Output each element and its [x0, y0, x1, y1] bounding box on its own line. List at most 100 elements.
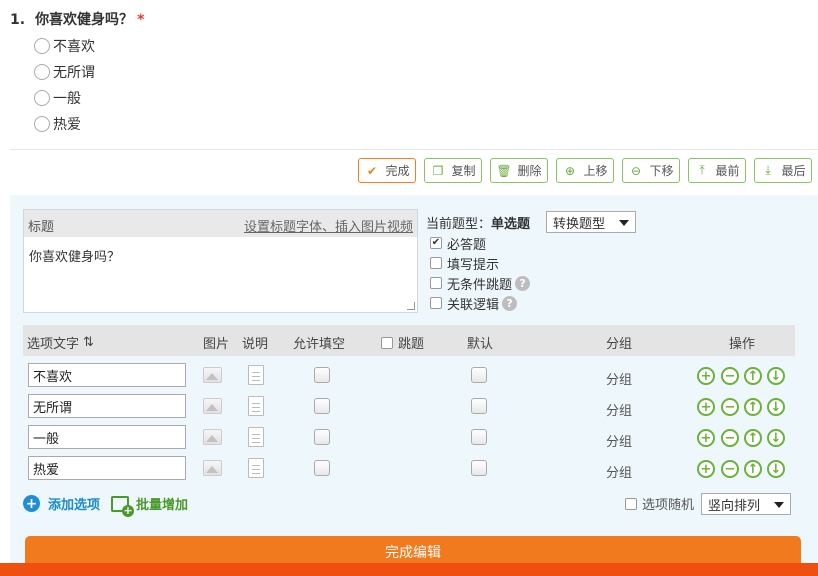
hint-checkbox[interactable]: [430, 257, 442, 269]
group-link[interactable]: 分组: [606, 462, 632, 481]
move-down-button[interactable]: ⊖ 下移: [622, 158, 680, 183]
description-icon[interactable]: [248, 365, 264, 385]
row-up-icon[interactable]: ↑: [744, 460, 762, 478]
image-icon[interactable]: [203, 429, 222, 445]
jump-checkbox-row[interactable]: 无条件跳题 ?: [430, 274, 531, 293]
row-up-icon[interactable]: ↑: [744, 398, 762, 416]
move-up-button[interactable]: ⊕ 上移: [556, 158, 614, 183]
preview-option-2[interactable]: 无所谓: [34, 62, 95, 82]
group-link[interactable]: 分组: [606, 400, 632, 419]
default-checkbox[interactable]: [471, 367, 487, 383]
check-icon: ✔: [366, 163, 378, 178]
title-format-link[interactable]: 设置标题字体、插入图片视频: [244, 216, 413, 235]
header-image: 图片: [203, 337, 230, 352]
row-down-icon[interactable]: ↓: [767, 460, 785, 478]
row-up-icon[interactable]: ↑: [744, 429, 762, 447]
option-text-input-1[interactable]: 不喜欢: [28, 363, 186, 387]
preview-option-1[interactable]: 不喜欢: [34, 36, 95, 56]
add-row-icon[interactable]: +: [697, 460, 715, 478]
question-type-value: 单选题: [491, 217, 531, 232]
copy-button[interactable]: ❐ 复制: [424, 158, 482, 183]
hint-checkbox-row[interactable]: 填写提示: [430, 254, 499, 273]
header-ops: 操作: [729, 337, 756, 352]
description-icon[interactable]: [248, 396, 264, 416]
header-group: 分组: [606, 337, 633, 352]
preview-option-4[interactable]: 热爱: [34, 114, 81, 134]
add-row-icon[interactable]: +: [697, 367, 715, 385]
remove-row-icon[interactable]: −: [721, 429, 739, 447]
sort-icon[interactable]: ⇅: [83, 335, 94, 350]
preview-option-3[interactable]: 一般: [34, 88, 81, 108]
header-option-text[interactable]: 选项文字 ⇅: [27, 333, 94, 352]
logic-checkbox-row[interactable]: 关联逻辑 ?: [430, 294, 518, 313]
radio-icon[interactable]: [34, 90, 50, 106]
resize-handle[interactable]: [407, 302, 415, 310]
allow-fill-checkbox[interactable]: [314, 429, 330, 445]
remove-row-icon[interactable]: −: [721, 398, 739, 416]
radio-icon[interactable]: [34, 64, 50, 80]
image-icon[interactable]: [203, 398, 222, 414]
row-down-icon[interactable]: ↓: [767, 429, 785, 447]
arrow-bottom-icon: ⤓: [765, 163, 771, 177]
help-icon[interactable]: ?: [502, 295, 518, 311]
default-checkbox[interactable]: [471, 398, 487, 414]
radio-icon[interactable]: [34, 116, 50, 132]
title-editor[interactable]: 标题 设置标题字体、插入图片视频 你喜欢健身吗？: [23, 209, 418, 313]
remove-row-icon[interactable]: −: [721, 367, 739, 385]
header-jump[interactable]: 跳题: [381, 333, 424, 352]
jump-checkbox[interactable]: [430, 277, 442, 289]
header-desc: 说明: [242, 337, 269, 352]
image-icon[interactable]: [203, 460, 222, 476]
done-button[interactable]: ✔ 完成: [358, 158, 416, 183]
allow-fill-checkbox[interactable]: [314, 460, 330, 476]
help-icon[interactable]: ?: [515, 275, 531, 291]
required-mark: *: [137, 12, 145, 28]
random-checkbox[interactable]: [625, 497, 637, 510]
description-icon[interactable]: [248, 427, 264, 447]
default-checkbox[interactable]: [471, 460, 487, 476]
group-link[interactable]: 分组: [606, 369, 632, 388]
add-option-button[interactable]: + 添加选项: [23, 494, 100, 513]
trash-icon: 🗑: [496, 163, 512, 178]
jump-all-checkbox[interactable]: [381, 336, 393, 349]
batch-add-icon: [111, 495, 134, 517]
preview-option-label: 一般: [53, 91, 81, 107]
switch-type-select[interactable]: 转换题型: [546, 211, 636, 233]
radio-icon[interactable]: [34, 38, 50, 54]
arrange-select[interactable]: 竖向排列: [701, 493, 791, 515]
current-question-type: 当前题型：单选题: [426, 217, 531, 232]
add-row-icon[interactable]: +: [697, 429, 715, 447]
row-down-icon[interactable]: ↓: [767, 367, 785, 385]
required-checkbox[interactable]: ✔: [430, 237, 442, 249]
logic-checkbox[interactable]: [430, 297, 442, 309]
required-checkbox-row[interactable]: ✔ 必答题: [430, 234, 486, 253]
option-text-input-4[interactable]: 热爱: [28, 456, 186, 480]
batch-add-button[interactable]: 批量增加: [111, 494, 188, 517]
default-checkbox[interactable]: [471, 429, 487, 445]
image-icon[interactable]: [203, 367, 222, 383]
add-row-icon[interactable]: +: [697, 398, 715, 416]
dropdown-arrow-icon: [774, 502, 784, 508]
divider: [10, 149, 818, 150]
question-title: 1. 你喜欢健身吗？ *: [10, 9, 144, 29]
move-bottom-button[interactable]: ⤓ 最后: [754, 158, 812, 183]
row-down-icon[interactable]: ↓: [767, 398, 785, 416]
random-option-row[interactable]: 选项随机: [625, 494, 694, 513]
header-default: 默认: [467, 337, 494, 352]
copy-icon: ❐: [432, 163, 444, 178]
allow-fill-checkbox[interactable]: [314, 398, 330, 414]
description-icon[interactable]: [248, 458, 264, 478]
delete-button[interactable]: 🗑 删除: [490, 158, 548, 183]
row-up-icon[interactable]: ↑: [744, 367, 762, 385]
group-link[interactable]: 分组: [606, 431, 632, 450]
option-text-input-2[interactable]: 无所谓: [28, 394, 186, 418]
header-fill: 允许填空: [293, 337, 346, 352]
remove-row-icon[interactable]: −: [721, 460, 739, 478]
allow-fill-checkbox[interactable]: [314, 367, 330, 383]
title-textarea[interactable]: 你喜欢健身吗？: [29, 246, 120, 265]
option-text-input-3[interactable]: 一般: [28, 425, 186, 449]
preview-option-label: 不喜欢: [53, 39, 95, 55]
move-top-button[interactable]: ⤒ 最前: [688, 158, 746, 183]
arrow-top-icon: ⤒: [699, 163, 705, 177]
arrow-down-circle-icon: ⊖: [630, 163, 642, 178]
